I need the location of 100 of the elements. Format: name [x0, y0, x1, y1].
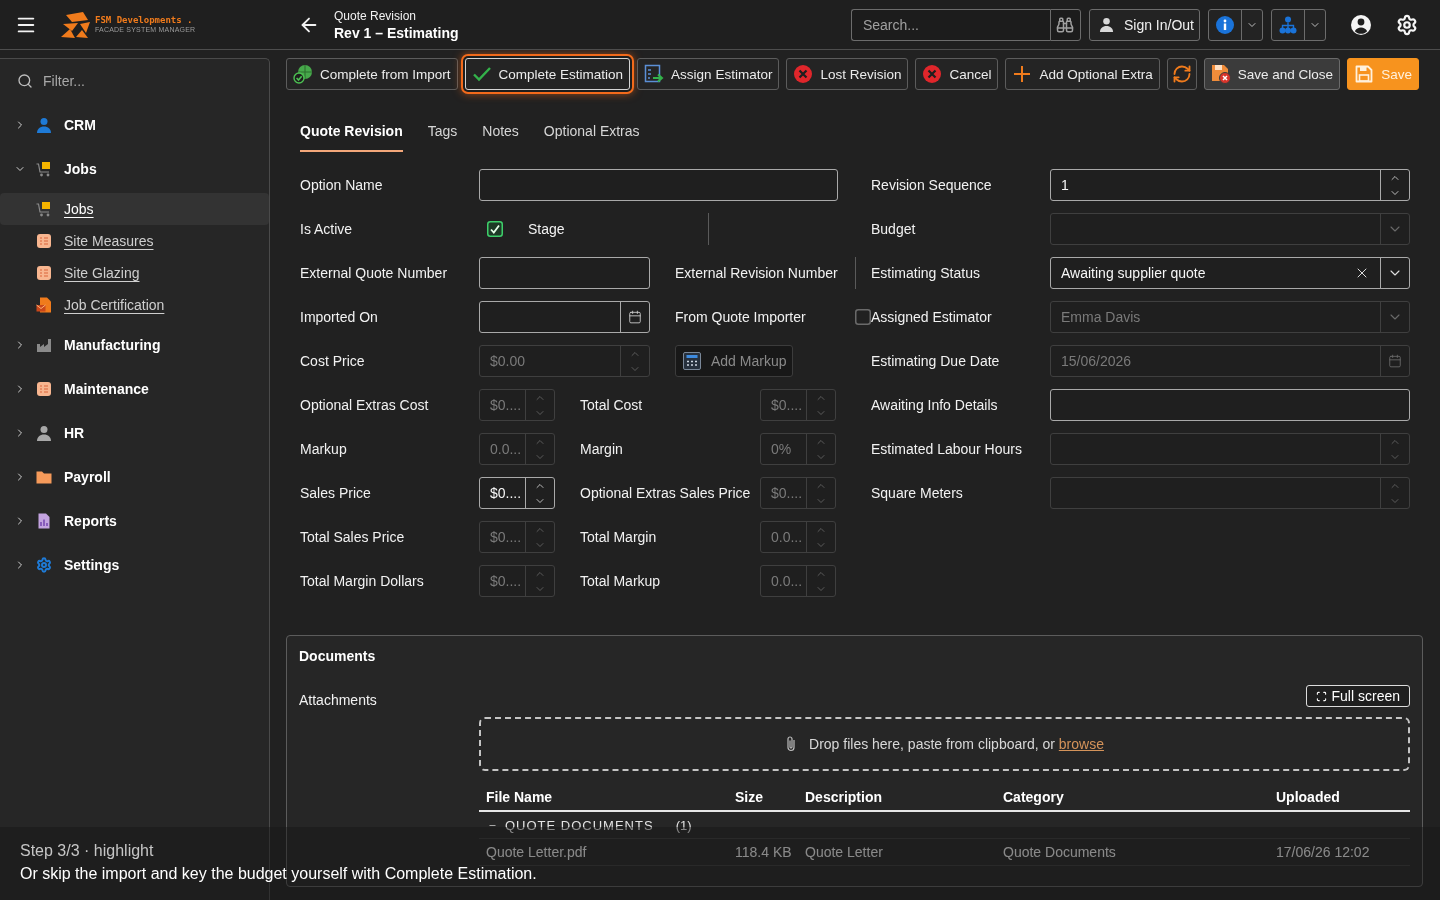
- nav-subitem[interactable]: Jobs: [0, 193, 269, 225]
- info-button[interactable]: [1208, 8, 1263, 41]
- checklist-icon: [36, 381, 52, 397]
- org-chart-button[interactable]: [1271, 8, 1326, 41]
- sign-in-button[interactable]: Sign In/Out: [1088, 8, 1200, 41]
- table-cell-text: 118.4 KB: [734, 844, 793, 860]
- field-label: Markup: [300, 441, 348, 457]
- folder-icon: [36, 469, 52, 485]
- nav-item[interactable]: Manufacturing: [0, 323, 269, 367]
- toolbar-button[interactable]: Cancel: [915, 58, 999, 90]
- field-label: Total Cost: [580, 397, 644, 413]
- x-circle-icon: [922, 64, 943, 84]
- globe-check-icon: [293, 64, 313, 84]
- toolbar-button[interactable]: Complete from Import: [286, 58, 458, 90]
- tab[interactable]: Notes: [482, 110, 519, 152]
- field-label: Estimating Status: [871, 265, 981, 281]
- field-label: Total Margin: [580, 529, 658, 545]
- nav-item[interactable]: Payroll: [0, 455, 269, 499]
- nav-item[interactable]: Reports: [0, 499, 269, 543]
- org-chart-icon: [1279, 15, 1297, 34]
- settings-icon[interactable]: [1396, 13, 1418, 36]
- field-label: Is Active: [300, 221, 354, 237]
- field-label: Option Name: [300, 177, 384, 193]
- column-header: Uploaded: [1275, 789, 1341, 805]
- expand-icon: [1315, 690, 1327, 702]
- info-icon: [1216, 15, 1234, 34]
- table-cell-text: 17/06/26 12:02: [1275, 844, 1371, 860]
- field-label: Optional Extras Sales Price: [580, 485, 752, 501]
- search-field[interactable]: Search...: [850, 8, 1050, 41]
- column-header: Size: [734, 789, 764, 805]
- checkbox[interactable]: [487, 221, 503, 237]
- nav-item[interactable]: CRM: [0, 103, 269, 147]
- logo-icon: [61, 11, 91, 38]
- nav-item[interactable]: Maintenance: [0, 367, 269, 411]
- icon-button[interactable]: [1166, 58, 1197, 90]
- person-icon: [36, 425, 52, 441]
- checkbox[interactable]: [855, 309, 871, 325]
- tab[interactable]: Tags: [427, 110, 458, 152]
- table-cell-text: Quote Documents: [1002, 844, 1117, 860]
- spin-field[interactable]: 1: [1050, 169, 1410, 201]
- person-icon: [36, 117, 52, 133]
- cart-icon: [36, 161, 52, 177]
- nav-subitem[interactable]: Job Certification: [0, 289, 269, 321]
- nav-subitem[interactable]: Site Measures: [0, 225, 269, 257]
- plus-icon: [1012, 64, 1033, 84]
- column-header: Description: [804, 789, 883, 805]
- search-button[interactable]: [1049, 8, 1081, 41]
- paperclip-icon: [785, 735, 798, 753]
- field-label: Stage: [528, 221, 566, 237]
- factory-icon: [36, 337, 52, 353]
- floppy-disk-x-icon: [1210, 64, 1231, 84]
- field-label: Awaiting Info Details: [871, 397, 999, 413]
- search-icon: [17, 73, 33, 89]
- page-title: Quote Revision: [334, 8, 418, 23]
- spin-field[interactable]: $0....: [479, 477, 555, 509]
- field-label: Imported On: [300, 309, 379, 325]
- field-label: Total Sales Price: [300, 529, 406, 545]
- date-field[interactable]: [479, 301, 650, 333]
- tab[interactable]: Quote Revision: [300, 110, 403, 152]
- field-label: Square Meters: [871, 485, 964, 501]
- nav-item[interactable]: Settings: [0, 543, 269, 587]
- binoculars-icon: [1056, 15, 1075, 34]
- text-field[interactable]: [479, 169, 838, 201]
- checklist-icon: [36, 265, 52, 281]
- field-label: From Quote Importer: [675, 309, 807, 325]
- filter-field[interactable]: Filter...: [43, 71, 243, 91]
- toolbar-button[interactable]: Add Optional Extra: [1005, 58, 1160, 90]
- table-cell-text: Quote Letter.pdf: [485, 844, 588, 860]
- account-icon[interactable]: [1350, 13, 1372, 36]
- toolbar-button[interactable]: Save and Close: [1203, 58, 1341, 90]
- nav-subitem[interactable]: Site Glazing: [0, 257, 269, 289]
- toolbar-button[interactable]: Assign Estimator: [637, 58, 780, 90]
- drop-zone-text: Drop files here, paste from clipboard, or browse: [809, 736, 1104, 752]
- drop-zone[interactable]: Drop files here, paste from clipboard, or browse: [479, 717, 1410, 771]
- field-label: Revision Sequence: [871, 177, 993, 193]
- page-subtitle: Rev 1 – Estimating: [334, 24, 459, 41]
- field-label: Cost Price: [300, 353, 366, 369]
- browse-link[interactable]: browse: [1058, 736, 1104, 752]
- report-icon: [36, 513, 52, 529]
- cart-icon: [36, 201, 52, 217]
- settings-icon: [36, 557, 52, 573]
- field-label: Estimated Labour Hours: [871, 441, 1023, 457]
- toolbar-button[interactable]: Lost Revision: [786, 58, 909, 90]
- select-field[interactable]: Awaiting supplier quote: [1050, 257, 1410, 289]
- nav-item[interactable]: Jobs: [0, 147, 269, 191]
- text-field[interactable]: [479, 257, 650, 289]
- text-field[interactable]: [1050, 389, 1410, 421]
- full-screen-button[interactable]: Full screen: [1305, 685, 1410, 707]
- tab[interactable]: Optional Extras: [543, 110, 640, 152]
- field-label: Total Margin Dollars: [300, 573, 425, 589]
- group-label: QUOTE DOCUMENTS: [505, 817, 654, 833]
- column-header: Category: [1002, 789, 1065, 805]
- nav-item[interactable]: HR: [0, 411, 269, 455]
- document-icon: [36, 297, 52, 313]
- field-label: Optional Extras Cost: [300, 397, 430, 413]
- field-label: Attachments: [299, 691, 378, 710]
- caption-text: Or skip the import and key the budget yourself with Complete Estimation.: [20, 864, 537, 884]
- field-label: Estimating Due Date: [871, 353, 1001, 369]
- field-label: External Quote Number: [300, 265, 449, 281]
- checklist-icon: [36, 233, 52, 249]
